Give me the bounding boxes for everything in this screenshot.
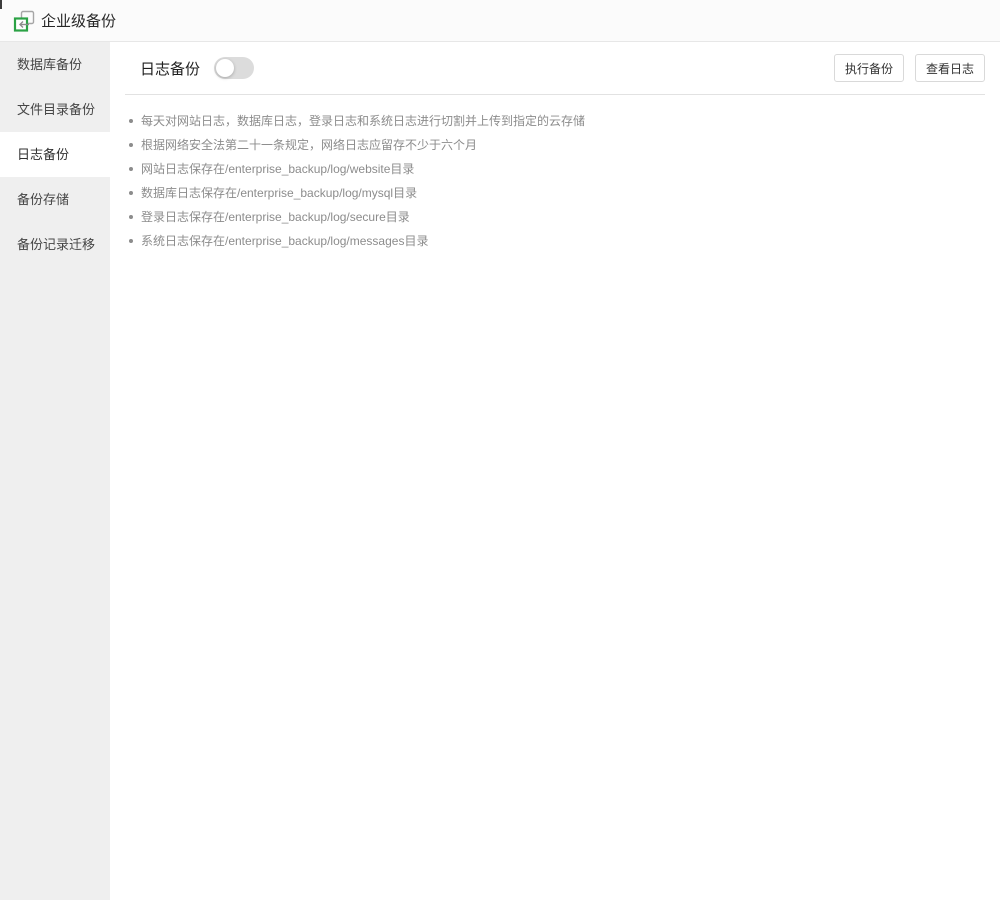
log-backup-toggle[interactable] [214,57,254,79]
sidebar-item-backup-storage[interactable]: 备份存储 [0,177,110,222]
toggle-knob [216,59,234,77]
note-item-mysql-log-path: 数据库日志保存在/enterprise_backup/log/mysql目录 [125,181,985,205]
action-buttons: 执行备份 查看日志 [834,54,985,82]
sidebar-item-file-directory-backup[interactable]: 文件目录备份 [0,87,110,132]
sidebar-item-database-backup[interactable]: 数据库备份 [0,42,110,87]
view-log-button[interactable]: 查看日志 [915,54,985,82]
backup-icon [13,10,35,32]
log-backup-header-row: 日志备份 执行备份 查看日志 [125,42,985,95]
app-title: 企业级备份 [41,10,116,31]
note-item-secure-log-path: 登录日志保存在/enterprise_backup/log/secure目录 [125,205,985,229]
main-content: 日志备份 执行备份 查看日志 每天对网站日志，数据库日志，登录日志和系统日志进行… [110,42,1000,900]
sidebar: 数据库备份 文件目录备份 日志备份 备份存储 备份记录迁移 [0,42,110,900]
sidebar-item-backup-record-migration[interactable]: 备份记录迁移 [0,222,110,267]
notes-list: 每天对网站日志，数据库日志，登录日志和系统日志进行切割并上传到指定的云存储 根据… [125,109,985,253]
sidebar-item-log-backup[interactable]: 日志备份 [0,132,110,177]
note-item-website-log-path: 网站日志保存在/enterprise_backup/log/website目录 [125,157,985,181]
note-item-messages-log-path: 系统日志保存在/enterprise_backup/log/messages目录 [125,229,985,253]
run-backup-button[interactable]: 执行备份 [834,54,904,82]
screenshot-corner-artifact [0,0,2,9]
app-header: 企业级备份 [0,0,1000,42]
note-item-schedule: 每天对网站日志，数据库日志，登录日志和系统日志进行切割并上传到指定的云存储 [125,109,985,133]
section-title: 日志备份 [140,58,200,79]
note-item-regulation: 根据网络安全法第二十一条规定，网络日志应留存不少于六个月 [125,133,985,157]
